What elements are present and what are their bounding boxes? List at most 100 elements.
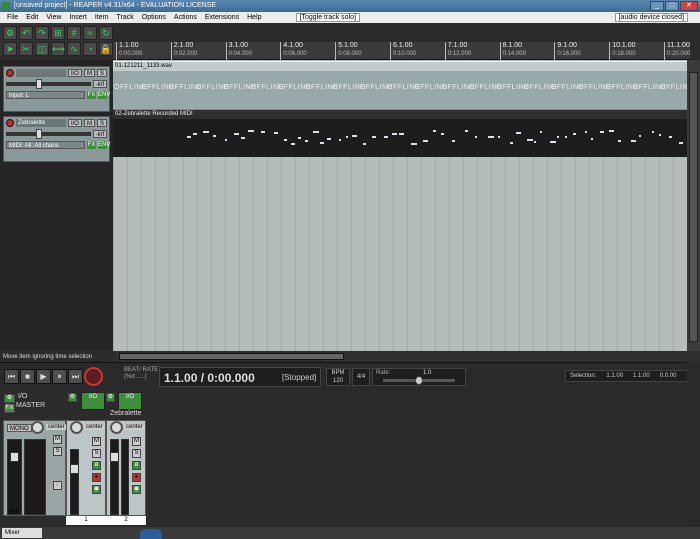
cursor-icon[interactable]: ➤ (3, 42, 17, 56)
mono-button[interactable]: MONO (7, 424, 32, 432)
mixer-tab[interactable]: Mixer (2, 528, 42, 538)
strip-fx-button-1[interactable]: ⚙ (68, 393, 77, 402)
audio-item[interactable]: 01-121211_1133.wav OFFLINE OFFLINE OFFLINE… (113, 61, 687, 109)
timeline-ruler[interactable]: 1.1.00 0:00.000 2.1.00 0:02.000 3.1.00 0:04.0… (113, 42, 690, 60)
loop-icon[interactable]: ↻ (99, 26, 113, 40)
strip-phase-button-1[interactable]: ø (92, 461, 101, 470)
menu-track[interactable]: Track (113, 12, 138, 23)
solo-button[interactable]: S (96, 68, 107, 77)
lock-icon[interactable]: 🔒 (99, 42, 113, 56)
input-selector[interactable]: Input: L (6, 90, 85, 99)
close-button[interactable]: ✕ (680, 1, 698, 11)
mute-button[interactable]: M (83, 68, 95, 77)
menu-extensions[interactable]: Extensions (201, 12, 243, 23)
master-io[interactable]: I/O (18, 393, 27, 400)
strip-monitor-button-1[interactable]: ◉ (92, 485, 101, 494)
menu-help[interactable]: Help (243, 12, 265, 23)
bpm-box[interactable]: BPM 120 (326, 368, 350, 386)
strip-fader-2[interactable] (110, 452, 119, 462)
strip-pan-knob-1[interactable] (70, 421, 83, 434)
input-selector[interactable]: MIDI: All: All chans (6, 140, 85, 149)
playrate-control[interactable]: Rate: 1.0 (372, 368, 466, 386)
volume-fader[interactable] (6, 128, 91, 139)
track-header-2[interactable]: Zebralette I/O M S -inf MIDI: All: All c… (3, 116, 110, 162)
master-fader-track[interactable] (7, 439, 22, 515)
master-pan-knob[interactable] (31, 421, 44, 434)
io-button[interactable]: I/O (67, 68, 82, 77)
envelope-icon[interactable]: ∿ (67, 42, 81, 56)
strip-fader-1[interactable] (70, 464, 79, 474)
mute-button[interactable]: M (83, 118, 95, 127)
arrange-view[interactable]: 01-121211_1133.wav OFFLINE OFFLINE OFFLINE… (113, 60, 687, 351)
track-header-1[interactable]: I/O M S -inf Input: L FX ENV (3, 66, 110, 112)
master-fx-button[interactable]: ⚙ (4, 394, 15, 403)
ripple-icon[interactable]: ≈ (83, 26, 97, 40)
rate-slider-knob[interactable] (415, 376, 423, 385)
mixer-scrollbar[interactable] (687, 362, 700, 527)
menu-actions[interactable]: Actions (170, 12, 201, 23)
strip-rec-arm-1[interactable]: ● (92, 473, 101, 482)
strip-io-button-1[interactable]: I/O (81, 392, 105, 410)
strip-monitor-button-2[interactable]: ◉ (132, 485, 141, 494)
trim-icon[interactable]: ⟷ (51, 42, 65, 56)
redo-icon[interactable]: ↷ (35, 26, 49, 40)
strip-pan-knob-2[interactable] (110, 421, 123, 434)
master-solo-button[interactable]: S (53, 447, 62, 456)
play-button[interactable]: ▶ (36, 369, 51, 384)
taskbar-button[interactable] (140, 529, 162, 539)
env-button[interactable]: ENV (98, 90, 110, 99)
minimize-button[interactable]: _ (650, 1, 664, 11)
record-button[interactable] (84, 367, 103, 386)
menu-options[interactable]: Options (138, 12, 170, 23)
vertical-scrollbar[interactable] (687, 60, 700, 351)
scroll-thumb[interactable] (689, 72, 698, 342)
strip-rec-arm-2[interactable]: ● (132, 473, 141, 482)
pause-button[interactable]: ⏸ (52, 369, 67, 384)
maximize-button[interactable]: □ (665, 1, 679, 11)
horizontal-scrollbar[interactable] (113, 351, 700, 362)
snap-icon[interactable]: ⊞ (51, 26, 65, 40)
menu-edit[interactable]: Edit (22, 12, 42, 23)
solo-button[interactable]: S (96, 118, 107, 127)
go-to-start-button[interactable]: ⏮ (4, 369, 19, 384)
selection-display[interactable]: Selection: 1.1.00 1.1.00 0.0.00 (565, 370, 695, 382)
menu-view[interactable]: View (42, 12, 65, 23)
rate-slider[interactable] (383, 376, 455, 385)
strip-mute-button-2[interactable]: M (132, 437, 141, 446)
volume-fader[interactable] (6, 78, 91, 89)
scroll-thumb[interactable] (119, 353, 344, 360)
grid-icon[interactable]: # (67, 26, 81, 40)
strip-fx-button-2[interactable]: ⚙ (106, 393, 115, 402)
time-signature[interactable]: 4/4 (352, 368, 370, 386)
record-arm-button[interactable] (6, 68, 14, 77)
strip-solo-button-1[interactable]: S (92, 449, 101, 458)
master-fader[interactable] (10, 452, 19, 462)
strip-io-button-2[interactable]: I/O (118, 392, 142, 410)
gear-icon[interactable]: ⚙ (3, 26, 17, 40)
undo-icon[interactable]: ↶ (19, 26, 33, 40)
glue-icon[interactable]: ◫ (35, 42, 49, 56)
fx-button[interactable]: FX (87, 140, 96, 149)
strip-fader-track-2[interactable] (110, 439, 119, 515)
menu-file[interactable]: File (3, 12, 22, 23)
strip-fader-track-1[interactable] (70, 449, 79, 515)
split-icon[interactable]: ✂ (19, 42, 33, 56)
io-button[interactable]: I/O (67, 118, 82, 127)
metronome-icon[interactable]: ◔ (83, 42, 97, 56)
audio-device-status[interactable]: [audio device closed] (614, 13, 688, 22)
stop-button[interactable]: ■ (20, 369, 35, 384)
master-fx-label[interactable]: FX (4, 404, 15, 413)
record-arm-button[interactable] (6, 118, 14, 127)
strip-solo-button-2[interactable]: S (132, 449, 141, 458)
env-button[interactable]: ENV (98, 140, 110, 149)
strip-mute-button-1[interactable]: M (92, 437, 101, 446)
menu-item[interactable]: Item (91, 12, 113, 23)
master-mute-button[interactable]: M (53, 435, 62, 444)
midi-item[interactable]: 02-Zebralette Recorded MIDI (113, 109, 687, 157)
master-env-button[interactable]: ◌ (53, 481, 62, 490)
track-name[interactable] (16, 68, 66, 77)
menu-insert[interactable]: Insert (65, 12, 91, 23)
fx-button[interactable]: FX (87, 90, 96, 99)
track-name[interactable]: Zebralette (16, 118, 66, 127)
go-to-end-button[interactable]: ⏭ (68, 369, 83, 384)
